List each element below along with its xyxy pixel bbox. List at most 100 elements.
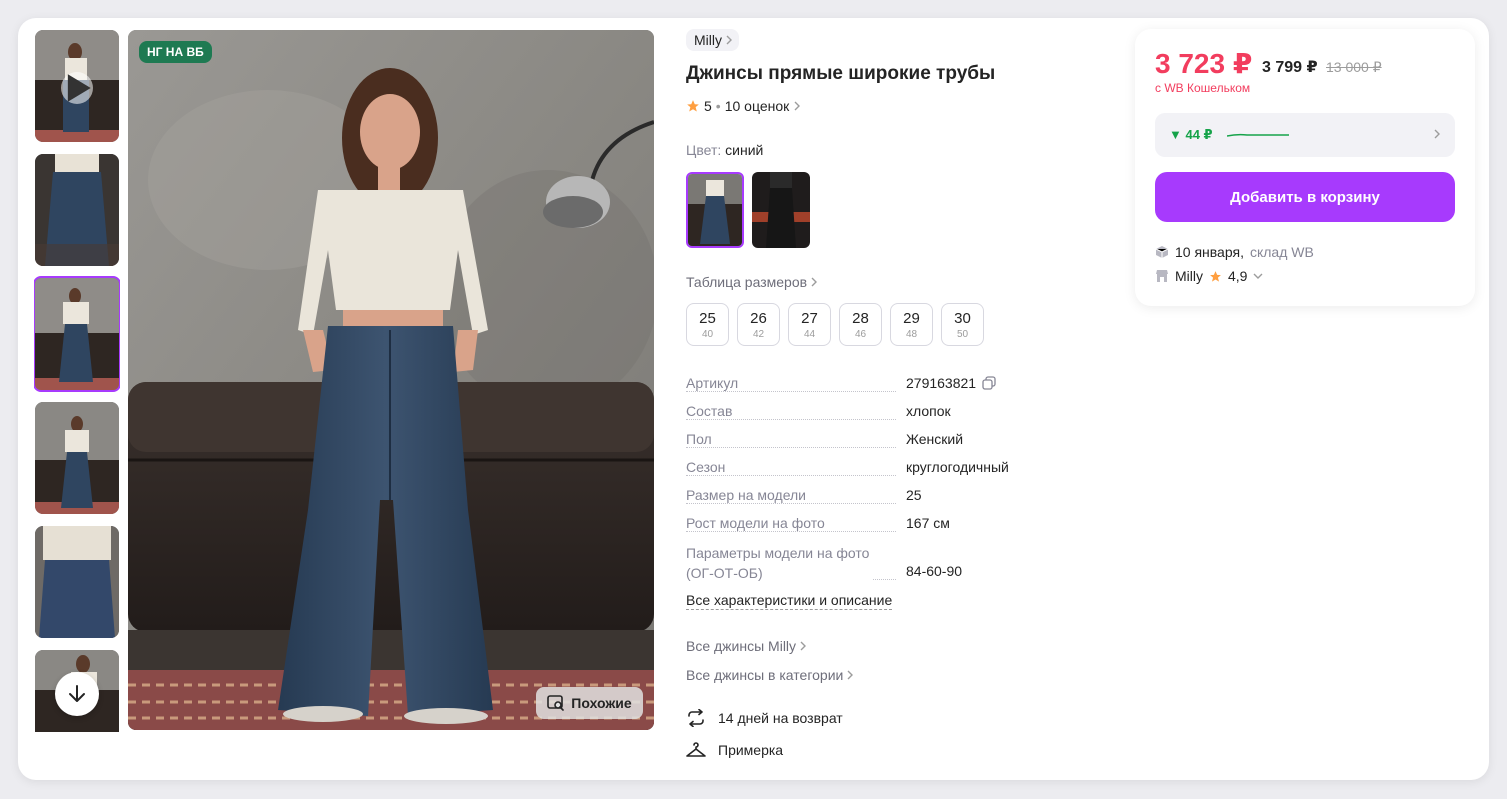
size-selector: 25 40 26 42 27 44 28 46 29 48 30 50	[686, 303, 984, 346]
chevron-right-icon	[811, 277, 818, 287]
seller-rating: 4,9	[1228, 268, 1248, 284]
size-table-link[interactable]: Таблица размеров	[686, 274, 818, 290]
dotted-leader	[686, 419, 896, 420]
brand-category-label: Все джинсы Milly	[686, 638, 797, 654]
size-eu: 50	[956, 328, 969, 340]
return-policy: 14 дней на возврат	[686, 709, 843, 727]
dotted-leader	[686, 475, 896, 476]
size-ru: 29	[903, 309, 920, 327]
main-product-image[interactable]: НГ НА ВБ Похожие	[128, 30, 654, 730]
spec-key: Сезон	[686, 459, 730, 475]
seller-info[interactable]: Milly 4,9	[1155, 268, 1263, 284]
fitting-option: Примерка	[686, 741, 783, 759]
size-option[interactable]: 29 48	[890, 303, 933, 346]
chevron-right-icon	[847, 670, 854, 680]
spec-value: 84-60-90	[906, 563, 963, 579]
all-specs-link[interactable]: Все характеристики и описание	[686, 592, 893, 610]
spec-row: Размер на модели 25	[686, 487, 1126, 515]
hanger-icon	[686, 742, 706, 757]
spec-table: Артикул 279163821 Состав хлопок Пол Женс…	[686, 375, 1126, 591]
spec-key: Артикул	[686, 375, 743, 391]
spec-row: Состав хлопок	[686, 403, 1126, 431]
spec-key-line2: (ОГ-ОТ-ОБ)	[686, 565, 763, 581]
similar-button[interactable]: Похожие	[536, 687, 643, 719]
spec-key: Пол	[686, 431, 716, 447]
spec-value: хлопок	[906, 403, 951, 419]
thumbnail-list[interactable]	[34, 30, 120, 732]
brand-category-link[interactable]: Все джинсы Milly	[686, 638, 807, 654]
color-label: Цвет: синий	[686, 142, 763, 158]
spec-value: круглогодичный	[906, 459, 1009, 475]
size-ru: 28	[852, 309, 869, 327]
wallet-note: с WB Кошельком	[1155, 81, 1251, 95]
spec-key: Состав	[686, 403, 737, 419]
thumbnail-2[interactable]	[35, 154, 119, 266]
similar-label: Похожие	[571, 695, 632, 711]
delivery-separator: ,	[1240, 244, 1244, 260]
dotted-leader	[686, 503, 896, 504]
delivery-info: 10 января, склад WB	[1155, 244, 1314, 260]
size-option[interactable]: 30 50	[941, 303, 984, 346]
brand-name: Milly	[694, 32, 722, 48]
return-arrows-icon	[688, 709, 704, 727]
spec-key: Параметры модели на фото (ОГ-ОТ-ОБ)	[686, 543, 874, 583]
add-to-cart-button[interactable]: Добавить в корзину	[1155, 172, 1455, 222]
scroll-down-button[interactable]	[55, 672, 99, 716]
spec-value: 167 см	[906, 515, 950, 531]
rating-value: 5	[704, 98, 712, 114]
size-ru: 25	[699, 309, 716, 327]
thumbnail-4[interactable]	[35, 402, 119, 514]
size-eu: 44	[803, 328, 816, 340]
chevron-right-icon	[794, 101, 801, 111]
price-card: 3 723 ₽ 3 799 ₽ 13 000 ₽ с WB Кошельком …	[1135, 29, 1475, 306]
size-option[interactable]: 28 46	[839, 303, 882, 346]
size-ru: 27	[801, 309, 818, 327]
spec-row: Параметры модели на фото (ОГ-ОТ-ОБ) 84-6…	[686, 543, 1126, 591]
dotted-leader	[686, 531, 896, 532]
chevron-down-icon	[1253, 273, 1263, 279]
size-option[interactable]: 27 44	[788, 303, 831, 346]
promo-badge: НГ НА ВБ	[139, 41, 212, 63]
size-option[interactable]: 25 40	[686, 303, 729, 346]
size-option[interactable]: 26 42	[737, 303, 780, 346]
spec-row: Артикул 279163821	[686, 375, 1126, 403]
seller-name: Milly	[1175, 268, 1203, 284]
price-history-button[interactable]: ▼ 44 ₽	[1155, 113, 1455, 157]
copy-icon[interactable]	[982, 376, 996, 390]
product-title: Джинсы прямые широкие трубы	[686, 63, 996, 84]
spec-value: 279163821	[906, 375, 996, 391]
price-regular: 3 799 ₽	[1262, 59, 1318, 76]
category-link[interactable]: Все джинсы в категории	[686, 667, 854, 683]
chevron-right-icon	[726, 35, 732, 45]
size-table-label: Таблица размеров	[686, 274, 808, 290]
reviews-count: 10 оценок	[724, 98, 790, 114]
spec-key: Размер на модели	[686, 487, 810, 503]
return-label: 14 дней на возврат	[718, 710, 843, 726]
spec-value: Женский	[906, 431, 964, 447]
spec-value: 25	[906, 487, 922, 503]
star-icon	[1210, 270, 1221, 282]
rating-link[interactable]: 5 • 10 оценок	[686, 98, 801, 114]
color-swatch-blue[interactable]	[686, 172, 744, 248]
spec-key-line1: Параметры модели на фото	[686, 545, 870, 561]
color-swatch-black[interactable]	[752, 172, 810, 248]
color-value: синий	[725, 142, 764, 158]
price-current: 3 723 ₽	[1155, 48, 1253, 79]
separator-dot: •	[715, 98, 721, 114]
delivery-warehouse: склад WB	[1249, 244, 1314, 260]
star-icon	[687, 100, 699, 112]
product-card: НГ НА ВБ Похожие Milly Джинсы прямые шир…	[18, 18, 1489, 780]
thumbnail-5[interactable]	[35, 526, 119, 638]
brand-link[interactable]: Milly	[686, 29, 739, 51]
size-eu: 48	[905, 328, 918, 340]
color-label-key: Цвет:	[686, 142, 722, 158]
size-eu: 40	[701, 328, 714, 340]
play-icon[interactable]	[61, 72, 93, 104]
thumbnail-video[interactable]	[35, 30, 119, 142]
chevron-right-icon	[800, 641, 807, 651]
thumbnail-3-selected[interactable]	[34, 276, 120, 392]
arrow-down-icon	[69, 685, 85, 702]
price-old: 13 000 ₽	[1326, 59, 1382, 75]
delivery-date-value: 10 января	[1175, 244, 1241, 260]
fitting-label: Примерка	[718, 742, 784, 758]
